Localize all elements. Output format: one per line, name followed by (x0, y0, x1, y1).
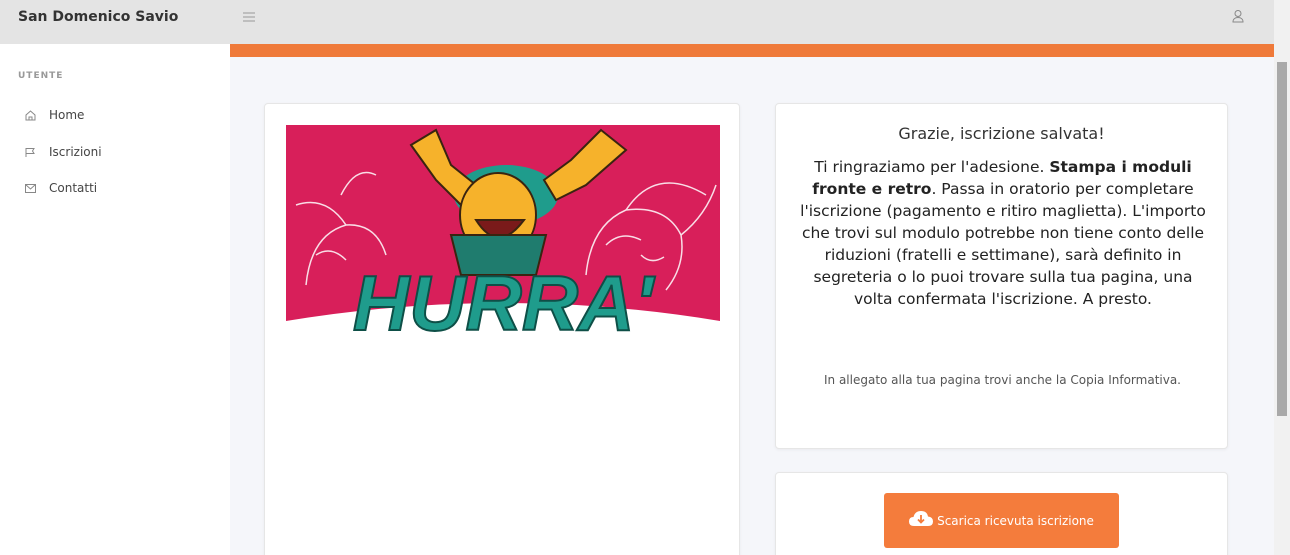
download-receipt-button[interactable]: Scarica ricevuta iscrizione (884, 493, 1119, 548)
hamburger-icon[interactable] (243, 10, 255, 26)
download-card: Scarica ricevuta iscrizione (775, 472, 1228, 555)
flag-icon (20, 147, 40, 158)
banner-card: HURRA' (264, 103, 740, 555)
attachment-note: In allegato alla tua pagina trovi anche … (823, 373, 1181, 387)
user-icon[interactable] (1232, 8, 1244, 27)
mail-icon (20, 183, 40, 193)
confirmation-body: Ti ringraziamo per l'adesione. Stampa i … (798, 156, 1208, 310)
sidebar-item-label: Iscrizioni (49, 145, 102, 159)
download-button-label: Scarica ricevuta iscrizione (937, 513, 1094, 528)
body-text: . Passa in oratorio per completare l'isc… (800, 180, 1206, 308)
home-icon (20, 109, 40, 121)
sidebar-section-title: UTENTE (18, 71, 64, 81)
body-text: Ti ringraziamo per l'adesione. (814, 158, 1050, 176)
sidebar: UTENTE Home Iscrizioni Contatti (0, 44, 230, 555)
hurra-banner-image: HURRA' (286, 125, 720, 345)
scrollbar-thumb[interactable] (1277, 62, 1287, 416)
cloud-download-icon (909, 510, 934, 531)
sidebar-item-contatti[interactable]: Contatti (0, 174, 230, 202)
sidebar-item-label: Home (49, 108, 85, 122)
sidebar-item-home[interactable]: Home (0, 101, 230, 129)
confirmation-title: Grazie, iscrizione salvata! (898, 124, 1105, 143)
brand-title[interactable]: San Domenico Savio (18, 9, 178, 25)
sidebar-item-label: Contatti (49, 181, 98, 195)
top-header: San Domenico Savio (0, 0, 1274, 44)
confirmation-card: Grazie, iscrizione salvata! Ti ringrazia… (775, 103, 1228, 449)
sidebar-item-iscrizioni[interactable]: Iscrizioni (0, 138, 230, 166)
hurra-logo-text: HURRA' (353, 259, 656, 345)
accent-band (230, 44, 1274, 57)
